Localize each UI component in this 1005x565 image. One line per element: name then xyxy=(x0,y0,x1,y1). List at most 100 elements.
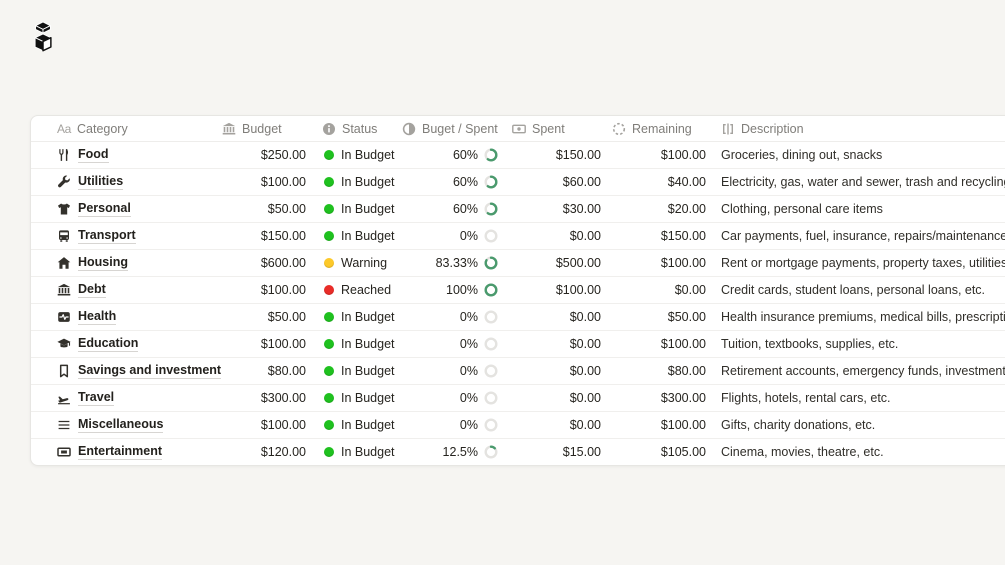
status-cell[interactable]: In Budget xyxy=(316,196,396,222)
category-link[interactable]: Food xyxy=(78,147,109,164)
budget-cell[interactable]: $100.00 xyxy=(216,331,316,357)
budget-spent-cell[interactable]: 12.5% xyxy=(396,439,506,465)
column-header-spent[interactable]: Spent xyxy=(506,116,606,141)
spent-cell[interactable]: $0.00 xyxy=(506,223,606,249)
status-cell[interactable]: In Budget xyxy=(316,439,396,465)
spent-cell[interactable]: $150.00 xyxy=(506,142,606,168)
budget-cell[interactable]: $150.00 xyxy=(216,223,316,249)
description-cell[interactable]: Flights, hotels, rental cars, etc. xyxy=(713,385,1005,411)
description-cell[interactable]: Car payments, fuel, insurance, repairs/m… xyxy=(713,223,1005,249)
remaining-cell[interactable]: $100.00 xyxy=(606,331,713,357)
remaining-cell[interactable]: $150.00 xyxy=(606,223,713,249)
category-cell[interactable]: Miscellaneous xyxy=(31,412,216,438)
table-row[interactable]: Housing $600.00 Warning 83.33% $500.00 $… xyxy=(31,250,1005,277)
category-link[interactable]: Housing xyxy=(78,255,128,272)
category-link[interactable]: Travel xyxy=(78,390,115,407)
category-cell[interactable]: Debt xyxy=(31,277,216,303)
budget-spent-cell[interactable]: 0% xyxy=(396,358,506,384)
description-cell[interactable]: Credit cards, student loans, personal lo… xyxy=(713,277,1005,303)
spent-cell[interactable]: $60.00 xyxy=(506,169,606,195)
status-cell[interactable]: In Budget xyxy=(316,358,396,384)
budget-cell[interactable]: $100.00 xyxy=(216,169,316,195)
status-cell[interactable]: In Budget xyxy=(316,304,396,330)
status-cell[interactable]: In Budget xyxy=(316,142,396,168)
category-link[interactable]: Education xyxy=(78,336,139,353)
status-cell[interactable]: Warning xyxy=(316,250,396,276)
remaining-cell[interactable]: $100.00 xyxy=(606,412,713,438)
column-header-description[interactable]: Description xyxy=(713,116,1005,141)
spent-cell[interactable]: $0.00 xyxy=(506,358,606,384)
table-row[interactable]: Utilities $100.00 In Budget 60% $60.00 $… xyxy=(31,169,1005,196)
category-cell[interactable]: Entertainment xyxy=(31,439,216,465)
category-cell[interactable]: Health xyxy=(31,304,216,330)
budget-spent-cell[interactable]: 0% xyxy=(396,304,506,330)
category-cell[interactable]: Savings and investment xyxy=(31,358,222,384)
budget-cell[interactable]: $100.00 xyxy=(216,412,316,438)
status-cell[interactable]: Reached xyxy=(316,277,396,303)
status-cell[interactable]: In Budget xyxy=(316,331,396,357)
category-link[interactable]: Debt xyxy=(78,282,106,299)
spent-cell[interactable]: $30.00 xyxy=(506,196,606,222)
table-row[interactable]: Savings and investment $80.00 In Budget … xyxy=(31,358,1005,385)
table-row[interactable]: Health $50.00 In Budget 0% $0.00 $50.00 … xyxy=(31,304,1005,331)
status-cell[interactable]: In Budget xyxy=(316,169,396,195)
spent-cell[interactable]: $0.00 xyxy=(506,331,606,357)
spent-cell[interactable]: $0.00 xyxy=(506,304,606,330)
table-row[interactable]: Entertainment $120.00 In Budget 12.5% $1… xyxy=(31,439,1005,465)
category-link[interactable]: Miscellaneous xyxy=(78,417,164,434)
category-link[interactable]: Personal xyxy=(78,201,131,218)
category-cell[interactable]: Food xyxy=(31,142,216,168)
remaining-cell[interactable]: $100.00 xyxy=(606,142,713,168)
budget-spent-cell[interactable]: 83.33% xyxy=(396,250,506,276)
status-cell[interactable]: In Budget xyxy=(316,412,396,438)
category-cell[interactable]: Education xyxy=(31,331,216,357)
spent-cell[interactable]: $500.00 xyxy=(506,250,606,276)
description-cell[interactable]: Clothing, personal care items xyxy=(713,196,1005,222)
table-row[interactable]: Travel $300.00 In Budget 0% $0.00 $300.0… xyxy=(31,385,1005,412)
remaining-cell[interactable]: $105.00 xyxy=(606,439,713,465)
budget-cell[interactable]: $250.00 xyxy=(216,142,316,168)
category-link[interactable]: Health xyxy=(78,309,117,326)
status-cell[interactable]: In Budget xyxy=(316,385,396,411)
description-cell[interactable]: Tuition, textbooks, supplies, etc. xyxy=(713,331,1005,357)
budget-spent-cell[interactable]: 0% xyxy=(396,331,506,357)
budget-spent-cell[interactable]: 60% xyxy=(396,169,506,195)
table-row[interactable]: Personal $50.00 In Budget 60% $30.00 $20… xyxy=(31,196,1005,223)
column-header-budget[interactable]: Budget xyxy=(216,116,316,141)
budget-cell[interactable]: $100.00 xyxy=(216,277,316,303)
column-header-remaining[interactable]: Remaining xyxy=(606,116,713,141)
table-row[interactable]: Transport $150.00 In Budget 0% $0.00 $15… xyxy=(31,223,1005,250)
remaining-cell[interactable]: $40.00 xyxy=(606,169,713,195)
description-cell[interactable]: Electricity, gas, water and sewer, trash… xyxy=(713,169,1005,195)
budget-spent-cell[interactable]: 0% xyxy=(396,412,506,438)
category-link[interactable]: Transport xyxy=(78,228,136,245)
budget-spent-cell[interactable]: 0% xyxy=(396,385,506,411)
budget-cell[interactable]: $50.00 xyxy=(216,196,316,222)
column-header-status[interactable]: Status xyxy=(316,116,396,141)
category-cell[interactable]: Housing xyxy=(31,250,216,276)
table-row[interactable]: Debt $100.00 Reached 100% $100.00 $0.00 … xyxy=(31,277,1005,304)
budget-spent-cell[interactable]: 0% xyxy=(396,223,506,249)
budget-spent-cell[interactable]: 60% xyxy=(396,196,506,222)
category-link[interactable]: Entertainment xyxy=(78,444,163,461)
column-header-category[interactable]: Aa Category xyxy=(31,116,216,141)
category-link[interactable]: Savings and investment xyxy=(78,363,222,380)
description-cell[interactable]: Retirement accounts, emergency funds, in… xyxy=(713,358,1005,384)
category-link[interactable]: Utilities xyxy=(78,174,124,191)
budget-cell[interactable]: $300.00 xyxy=(216,385,316,411)
budget-cell[interactable]: $50.00 xyxy=(216,304,316,330)
category-cell[interactable]: Transport xyxy=(31,223,216,249)
column-header-budget_spent[interactable]: Buget / Spent xyxy=(396,116,506,141)
category-cell[interactable]: Personal xyxy=(31,196,216,222)
budget-spent-cell[interactable]: 100% xyxy=(396,277,506,303)
table-row[interactable]: Food $250.00 In Budget 60% $150.00 $100.… xyxy=(31,142,1005,169)
budget-cell[interactable]: $120.00 xyxy=(216,439,316,465)
budget-cell[interactable]: $80.00 xyxy=(216,358,316,384)
spent-cell[interactable]: $15.00 xyxy=(506,439,606,465)
table-row[interactable]: Education $100.00 In Budget 0% $0.00 $10… xyxy=(31,331,1005,358)
budget-spent-cell[interactable]: 60% xyxy=(396,142,506,168)
spent-cell[interactable]: $0.00 xyxy=(506,412,606,438)
spent-cell[interactable]: $0.00 xyxy=(506,385,606,411)
table-row[interactable]: Miscellaneous $100.00 In Budget 0% $0.00… xyxy=(31,412,1005,439)
remaining-cell[interactable]: $20.00 xyxy=(606,196,713,222)
